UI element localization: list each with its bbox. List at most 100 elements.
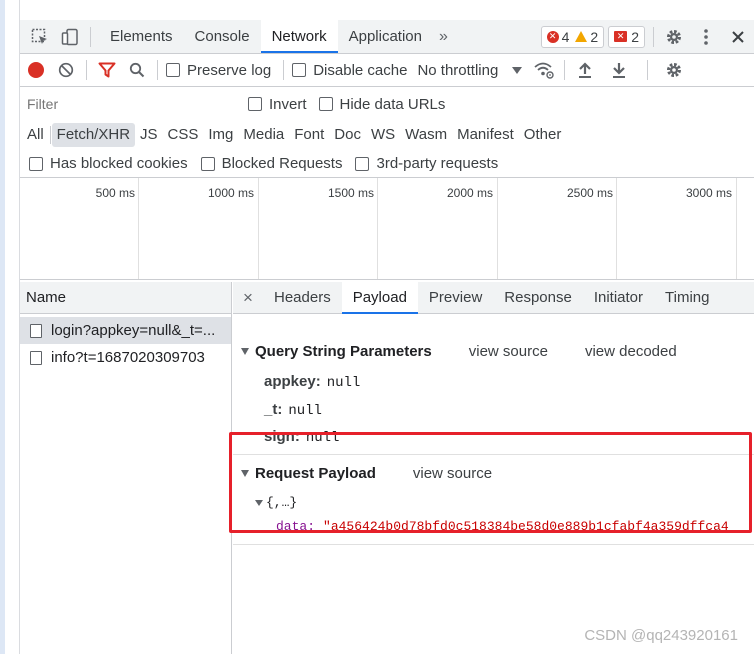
- page-left-strip: [0, 0, 20, 654]
- inspect-element-icon[interactable]: [28, 25, 52, 49]
- tab-response[interactable]: Response: [493, 282, 583, 314]
- checkbox-box[interactable]: [29, 156, 43, 171]
- more-tabs-chevron[interactable]: »: [433, 28, 454, 46]
- type-filter-manifest[interactable]: Manifest: [452, 123, 519, 147]
- throttling-value: No throttling: [417, 61, 499, 79]
- overview-tick-label: 1500 ms: [327, 186, 374, 200]
- query-view-decoded-link[interactable]: view decoded: [585, 343, 677, 360]
- checkbox-box[interactable]: [292, 63, 307, 77]
- checkbox-box[interactable]: [248, 97, 262, 111]
- checkbox-box[interactable]: [318, 97, 333, 111]
- record-button[interactable]: [28, 62, 44, 78]
- blocked-requests-checkbox[interactable]: Blocked Requests: [200, 155, 342, 172]
- settings-gear-icon[interactable]: [662, 25, 686, 49]
- resource-type-filters: All Fetch/XHR JS CSS Img Media Font Doc …: [20, 120, 754, 150]
- type-filter-js[interactable]: JS: [135, 123, 163, 147]
- toolbar-divider: [90, 26, 91, 47]
- more-options-kebab-icon[interactable]: [694, 25, 718, 49]
- devtools-tabbar: Elements Console Network Application » ✕…: [20, 20, 754, 54]
- tab-headers[interactable]: Headers: [263, 282, 342, 314]
- request-row-info[interactable]: info?t=1687020309703: [20, 344, 231, 371]
- type-filter-font[interactable]: Font: [289, 123, 329, 147]
- toolbar-divider: [653, 26, 654, 47]
- payload-data-row[interactable]: data: "a456424b0d78bfd0c518384be58d0e889…: [276, 519, 729, 534]
- preserve-log-checkbox[interactable]: Preserve log: [166, 62, 271, 79]
- network-conditions-wifi-icon[interactable]: [532, 58, 556, 82]
- section-divider: [233, 454, 754, 455]
- query-param-row: appkey: null: [264, 373, 360, 391]
- type-filter-img[interactable]: Img: [203, 123, 238, 147]
- close-devtools-icon[interactable]: [726, 25, 750, 49]
- tab-initiator[interactable]: Initiator: [583, 282, 654, 314]
- filter-input[interactable]: [22, 93, 232, 115]
- tab-network[interactable]: Network: [260, 20, 338, 53]
- type-filter-other[interactable]: Other: [519, 123, 567, 147]
- checkbox-box[interactable]: [200, 156, 215, 171]
- network-settings-gear-icon[interactable]: [662, 58, 686, 82]
- overview-grid-line: [377, 178, 378, 279]
- type-filter-css[interactable]: CSS: [163, 123, 204, 147]
- invert-checkbox[interactable]: Invert: [248, 96, 307, 113]
- issues-icon: ✕: [614, 31, 628, 42]
- throttling-select[interactable]: No throttling: [417, 61, 523, 79]
- request-row-login[interactable]: login?appkey=null&_t=...: [20, 317, 231, 344]
- device-toolbar-icon[interactable]: [58, 25, 82, 49]
- overview-grid-line: [258, 178, 259, 279]
- type-filter-media[interactable]: Media: [238, 123, 289, 147]
- issues-count: 2: [631, 28, 639, 45]
- hide-data-urls-label: Hide data URLs: [339, 95, 446, 113]
- export-har-download-icon[interactable]: [607, 58, 631, 82]
- type-filter-ws[interactable]: WS: [366, 123, 400, 147]
- close-details-icon[interactable]: ×: [233, 288, 263, 308]
- search-icon[interactable]: [125, 58, 149, 82]
- overview-tick-label: 1000 ms: [207, 186, 254, 200]
- has-blocked-cookies-checkbox[interactable]: Has blocked cookies: [29, 155, 188, 172]
- devtools-panel: Elements Console Network Application » ✕…: [20, 20, 754, 654]
- hide-data-urls-checkbox[interactable]: Hide data URLs: [318, 95, 446, 113]
- import-har-upload-icon[interactable]: [573, 58, 597, 82]
- chevron-down-icon: [512, 66, 523, 74]
- expand-triangle-icon[interactable]: [255, 499, 263, 506]
- clear-icon[interactable]: [54, 58, 78, 82]
- overview-grid-line: [138, 178, 139, 279]
- type-filter-fetch-xhr[interactable]: Fetch/XHR: [51, 123, 136, 147]
- tab-timing[interactable]: Timing: [654, 282, 720, 314]
- filter-funnel-icon[interactable]: [95, 58, 119, 82]
- disable-cache-checkbox[interactable]: Disable cache: [292, 62, 407, 79]
- type-filter-wasm[interactable]: Wasm: [400, 123, 452, 147]
- request-payload-section-header[interactable]: Request Payload view source: [241, 465, 492, 482]
- request-details-pane: × Headers Payload Preview Response Initi…: [233, 281, 754, 654]
- overview-grid-line: [616, 178, 617, 279]
- overview-grid-line: [497, 178, 498, 279]
- tab-preview[interactable]: Preview: [418, 282, 493, 314]
- checkbox-box[interactable]: [355, 156, 370, 171]
- tab-payload[interactable]: Payload: [341, 281, 418, 314]
- param-value: null: [305, 430, 340, 446]
- param-key: sign:: [264, 428, 300, 445]
- name-column-header[interactable]: Name: [20, 282, 231, 314]
- type-divider: [49, 126, 51, 144]
- console-counts-badge[interactable]: ✕ 4 2: [540, 25, 605, 48]
- query-view-source-link[interactable]: view source: [469, 343, 548, 360]
- query-params-section-header[interactable]: Query String Parameters view source view…: [241, 343, 677, 360]
- tab-application[interactable]: Application: [338, 20, 433, 53]
- third-party-requests-checkbox[interactable]: 3rd-party requests: [355, 155, 498, 172]
- request-payload-title: Request Payload: [255, 465, 376, 482]
- param-key: _t:: [264, 401, 283, 418]
- type-filter-all[interactable]: All: [22, 123, 49, 147]
- expand-triangle-icon[interactable]: [241, 470, 249, 477]
- payload-object-row[interactable]: {,…}: [255, 495, 297, 510]
- type-filter-doc[interactable]: Doc: [329, 123, 366, 147]
- toolbar-divider: [86, 60, 87, 80]
- checkbox-box[interactable]: [166, 63, 180, 77]
- tab-console[interactable]: Console: [184, 20, 261, 53]
- request-name: login?appkey=null&_t=...: [51, 322, 216, 339]
- payload-data-value[interactable]: "a456424b0d78bfd0c518384be58d0e889b1cfab…: [323, 519, 729, 534]
- payload-view-source-link[interactable]: view source: [413, 465, 492, 482]
- has-blocked-cookies-label: Has blocked cookies: [50, 155, 188, 172]
- disable-cache-label: Disable cache: [313, 61, 408, 79]
- tab-elements[interactable]: Elements: [99, 20, 184, 53]
- network-overview-timeline[interactable]: 500 ms 1000 ms 1500 ms 2000 ms 2500 ms 3…: [20, 178, 754, 280]
- expand-triangle-icon[interactable]: [241, 348, 249, 355]
- issues-badge[interactable]: ✕ 2: [608, 25, 645, 48]
